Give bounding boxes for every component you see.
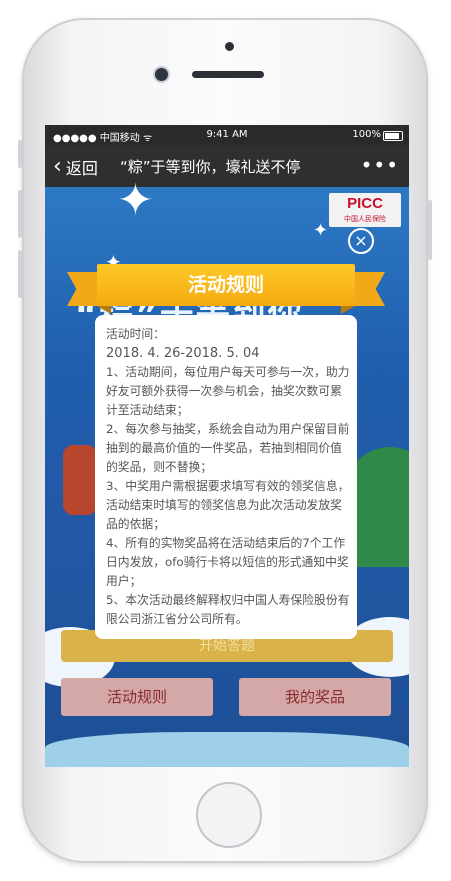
more-menu-icon[interactable]: ••• [361,153,399,177]
rule-item: 2、每次参与抽奖，系统会自动为用户保留目前抽到的最高价值的一件奖品，若抽到相同价… [106,422,350,474]
back-button[interactable]: ‹ 返回 [53,155,98,179]
close-icon[interactable]: × [348,228,374,254]
sparkle-icon: ✦ [117,175,154,226]
screen: ●●●●● 中国移动 ᯤ 9:41 AM 100% ‹ 返回 “粽”于等到你，壕… [45,125,409,767]
brand-logo-text: PICC [347,195,383,212]
proximity-sensor [225,42,234,51]
modal-title: 活动规则 [187,274,264,296]
rules-content: 活动时间： 2018. 4. 26-2018. 5. 04 1、活动期间，每位用… [106,325,350,629]
rule-item: 3、中奖用户需根据要求填写有效的领奖信息，活动结束时填写的领奖信息为此次活动发放… [106,479,350,531]
rules-modal: 活动时间： 2018. 4. 26-2018. 5. 04 1、活动期间，每位用… [95,315,357,639]
time-label: 活动时间： [106,327,165,341]
power-button [428,200,432,260]
earpiece-speaker [192,71,264,78]
my-prizes-button[interactable]: 我的奖品 [239,678,391,716]
brand-logo-subtext: 中国人民保险 [344,215,386,223]
battery-icon [383,131,403,141]
back-label: 返回 [65,159,98,178]
front-camera [155,68,168,81]
rules-button[interactable]: 活动规则 [61,678,213,716]
status-bar: ●●●●● 中国移动 ᯤ 9:41 AM 100% [45,125,409,145]
wave-decoration [45,732,409,767]
rule-item: 5、本次活动最终解释权归中国人寿保险股份有限公司浙江省分公司所有。 [106,593,350,626]
mute-switch [18,140,22,168]
date-range: 2018. 4. 26-2018. 5. 04 [106,346,260,361]
sparkle-icon: ✦ [313,220,329,241]
dragon-boat-decoration [63,445,97,515]
chevron-left-icon: ‹ [53,154,62,179]
brand-logo: PICC 中国人民保险 [329,193,401,227]
battery-percent: 100% [352,129,381,140]
home-button[interactable] [196,782,262,848]
modal-title-ribbon: 活动规则 [67,264,385,314]
volume-up-button [18,190,22,238]
rule-item: 1、活动期间，每位用户每天可参与一次，助力好友可额外获得一次参与机会，抽奖次数可… [106,365,350,417]
rule-item: 4、所有的实物奖品将在活动结束后的7个工作日内发放，ofo骑行卡将以短信的形式通… [106,536,349,588]
page-title: “粽”于等到你，壕礼送不停 [120,158,301,176]
volume-down-button [18,250,22,298]
nav-bar: ‹ 返回 “粽”于等到你，壕礼送不停 ••• [45,145,409,187]
action-buttons: 活动规则 我的奖品 [61,678,393,716]
